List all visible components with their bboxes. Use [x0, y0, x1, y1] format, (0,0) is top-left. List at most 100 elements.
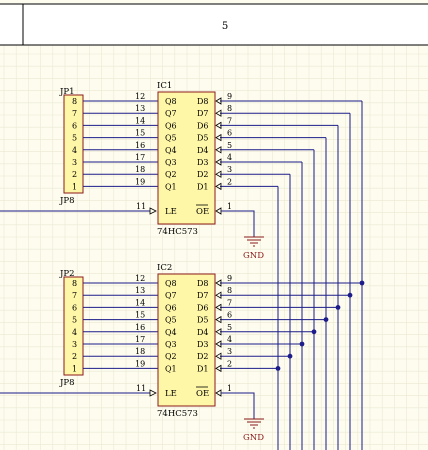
ic-q-pin-number: 13 [135, 286, 145, 295]
ic-q-label: Q8 [165, 279, 177, 288]
ic-q-pin-number: 14 [135, 116, 145, 125]
ic-ref: IC2 [157, 263, 172, 273]
oe-input-arrow [215, 389, 222, 397]
ic-le-label: LE [165, 389, 177, 399]
oe-input-arrow [215, 207, 222, 215]
header-pin-number: 4 [72, 146, 77, 155]
le-input-arrow [149, 389, 157, 397]
ic-ref: IC1 [157, 81, 172, 91]
ic-part: 74HC573 [157, 227, 198, 237]
ic-d-label: D1 [197, 182, 209, 191]
ic-d-label: D3 [197, 340, 209, 349]
ic-d-pin-number: 9 [227, 274, 232, 283]
ic-q-pin-number: 19 [135, 359, 145, 368]
ic-d-pin-number: 7 [227, 298, 232, 307]
ground-label: GND [243, 433, 264, 443]
header-pin-number: 2 [72, 352, 77, 361]
ground-label: GND [243, 251, 264, 261]
wires [220, 100, 365, 450]
ic-q-pin-number: 19 [135, 177, 145, 186]
ic-d-label: D3 [197, 158, 209, 167]
ic-d-pin-number: 9 [227, 92, 232, 101]
ic-d-label: D4 [197, 328, 209, 337]
header-pin-number: 2 [72, 170, 77, 179]
junction-dot [347, 292, 353, 298]
ic-d-pin-number: 7 [227, 116, 232, 125]
ic-d-label: D6 [197, 303, 209, 312]
header-pin-number: 1 [72, 182, 77, 191]
ic-le-pin-number: 11 [136, 384, 146, 393]
ic-q-label: Q3 [165, 158, 177, 167]
header-pin-number: 6 [72, 121, 77, 130]
ic-d-pin-number: 8 [227, 104, 232, 113]
ic-d-pin-number: 6 [227, 129, 232, 138]
junction-dot [287, 353, 293, 359]
ic-d-label: D2 [197, 352, 209, 361]
ic-q-pin-number: 15 [135, 311, 145, 320]
ic-q-label: Q4 [165, 146, 177, 155]
ic-d-pin-number: 8 [227, 286, 232, 295]
ic-d-label: D8 [197, 279, 209, 288]
ic-d-pin-number: 6 [227, 311, 232, 320]
junction-dot [335, 305, 341, 310]
ic-q-pin-number: 17 [135, 335, 145, 344]
title-block-frame [0, 3, 428, 46]
header-part: JP8 [59, 196, 75, 206]
ic-q-pin-number: 18 [135, 165, 145, 174]
header-pin-number: 1 [72, 364, 77, 373]
ic-part: 74HC573 [157, 409, 198, 419]
ic-q-pin-number: 18 [135, 347, 145, 356]
schematic-canvas: 5 JP187654321JP8IC112Q8 D8913Q7 D7814Q6 D67… [0, 3, 428, 450]
ic-q-label: Q2 [165, 352, 177, 361]
ic-q-label: Q4 [165, 328, 177, 337]
ic-d-label: D5 [197, 134, 209, 143]
junction-dot [359, 280, 365, 286]
title-block: 5 [0, 3, 428, 46]
ic-d-label: D2 [197, 170, 209, 179]
ic-d-pin-number: 3 [227, 165, 232, 174]
header-pin-number: 5 [72, 134, 77, 143]
junction-dot [323, 317, 329, 322]
ic-oe-pin-number: 1 [227, 384, 232, 393]
ic-d-pin-number: 2 [227, 177, 232, 186]
header-pin-number: 3 [72, 340, 77, 349]
ic-q-label: Q1 [165, 182, 177, 191]
ic-q-label: Q3 [165, 340, 177, 349]
ic-d-label: D1 [197, 364, 209, 373]
junction-dot [275, 366, 281, 371]
ic-q-label: Q6 [165, 303, 177, 312]
ic-q-label: Q5 [165, 134, 177, 143]
header-part: JP8 [59, 378, 75, 388]
ic-q-pin-number: 14 [135, 298, 145, 307]
ic-le-label: LE [165, 207, 177, 217]
ic-d-label: D7 [197, 109, 209, 118]
oe-wire [221, 392, 255, 419]
ic-oe-label: OE [196, 389, 209, 399]
title-block-value: 5 [222, 21, 228, 32]
ic-d-pin-number: 5 [227, 141, 232, 150]
header-pin-number: 7 [72, 109, 77, 118]
junction-dot [311, 329, 317, 335]
circuit-unit-1: JP187654321JP8IC112Q8 D8913Q7 D7814Q6 D6715… [0, 81, 264, 261]
ic-d-label: D8 [197, 97, 209, 106]
header-pin-number: 6 [72, 303, 77, 312]
le-input-arrow [149, 207, 157, 215]
ic-d-pin-number: 4 [227, 153, 232, 162]
ic-oe-pin-number: 1 [227, 202, 232, 211]
ic-d-label: D5 [197, 316, 209, 325]
ic-q-pin-number: 16 [135, 323, 145, 332]
ic-q-pin-number: 16 [135, 141, 145, 150]
ic-q-pin-number: 12 [135, 274, 145, 283]
header-pin-number: 8 [72, 279, 77, 288]
ic-d-pin-number: 2 [227, 359, 232, 368]
ic-q-label: Q7 [165, 291, 177, 300]
ic-q-label: Q7 [165, 109, 177, 118]
ic-q-pin-number: 13 [135, 104, 145, 113]
ic-d-label: D6 [197, 121, 209, 130]
header-pin-number: 5 [72, 316, 77, 325]
circuit-unit-2: JP287654321JP8IC212Q8 D8913Q7 D7814Q6 D6715… [0, 263, 264, 443]
junction-dot [299, 341, 305, 347]
ic-q-label: Q2 [165, 170, 177, 179]
ic-q-label: Q5 [165, 316, 177, 325]
ic-q-label: Q1 [165, 364, 177, 373]
